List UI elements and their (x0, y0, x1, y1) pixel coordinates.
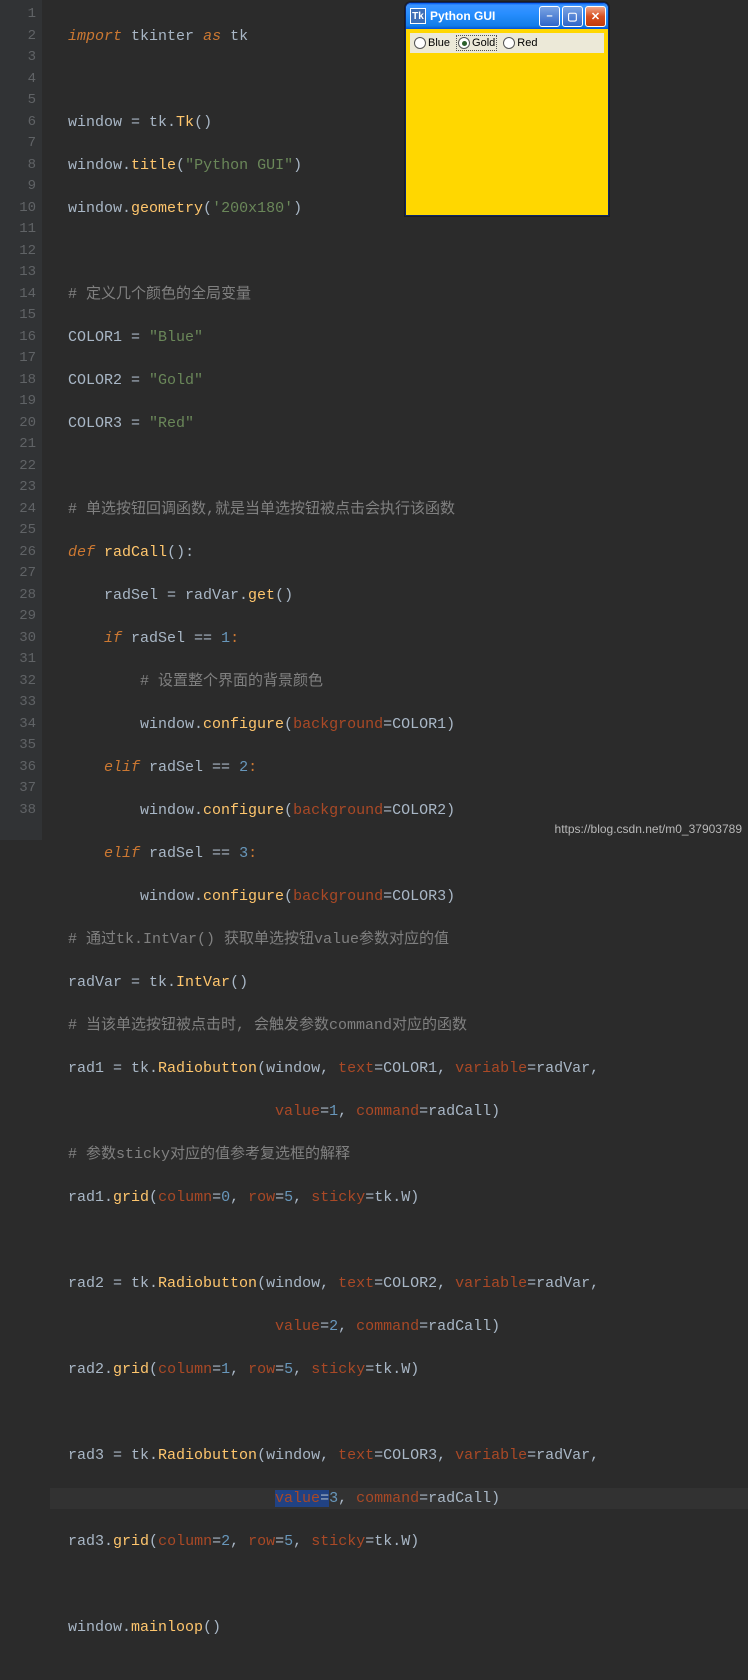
line-number: 38 (0, 800, 36, 822)
line-number: 23 (0, 477, 36, 499)
line-number: 3 (0, 47, 36, 69)
line-number: 14 (0, 284, 36, 306)
line-number: 33 (0, 692, 36, 714)
line-number: 34 (0, 714, 36, 736)
line-number: 6 (0, 112, 36, 134)
radio-label: Red (517, 37, 537, 49)
line-number: 13 (0, 262, 36, 284)
line-number: 18 (0, 370, 36, 392)
line-number: 21 (0, 434, 36, 456)
line-number: 25 (0, 520, 36, 542)
line-number: 15 (0, 305, 36, 327)
radio-red[interactable]: Red (501, 35, 539, 51)
line-number: 5 (0, 90, 36, 112)
code-editor: 1 2 3 4 5 6 7 8 9 10 11 12 13 14 15 16 1… (0, 0, 748, 840)
tk-icon: Tk (410, 8, 426, 24)
code-area[interactable]: import tkinter as tk window = tk.Tk() wi… (42, 0, 748, 840)
radio-gold[interactable]: Gold (456, 35, 497, 51)
radio-label: Gold (472, 37, 495, 49)
line-number: 22 (0, 456, 36, 478)
line-number: 36 (0, 757, 36, 779)
line-number: 9 (0, 176, 36, 198)
line-number: 26 (0, 542, 36, 564)
line-number: 28 (0, 585, 36, 607)
radio-row: Blue Gold Red (410, 33, 604, 53)
line-number: 19 (0, 391, 36, 413)
line-number: 35 (0, 735, 36, 757)
line-number: 31 (0, 649, 36, 671)
radio-blue[interactable]: Blue (412, 35, 452, 51)
line-number: 7 (0, 133, 36, 155)
line-number: 24 (0, 499, 36, 521)
line-number: 11 (0, 219, 36, 241)
line-number: 16 (0, 327, 36, 349)
radio-icon (458, 37, 470, 49)
window-title: Python GUI (430, 9, 537, 23)
line-number: 2 (0, 26, 36, 48)
line-number: 32 (0, 671, 36, 693)
python-gui-window[interactable]: Tk Python GUI – ▢ ✕ Blue Gold Red (405, 2, 609, 216)
line-number: 12 (0, 241, 36, 263)
line-gutter: 1 2 3 4 5 6 7 8 9 10 11 12 13 14 15 16 1… (0, 0, 42, 840)
radio-label: Blue (428, 37, 450, 49)
line-number: 29 (0, 606, 36, 628)
maximize-button[interactable]: ▢ (562, 6, 583, 27)
line-number: 17 (0, 348, 36, 370)
line-number: 30 (0, 628, 36, 650)
line-number: 37 (0, 778, 36, 800)
line-number: 4 (0, 69, 36, 91)
radio-icon (414, 37, 426, 49)
line-number: 27 (0, 563, 36, 585)
minimize-button[interactable]: – (539, 6, 560, 27)
radio-icon (503, 37, 515, 49)
line-number: 1 (0, 4, 36, 26)
gui-body: Blue Gold Red (406, 29, 608, 215)
titlebar[interactable]: Tk Python GUI – ▢ ✕ (406, 3, 608, 29)
close-button[interactable]: ✕ (585, 6, 606, 27)
line-number: 20 (0, 413, 36, 435)
line-number: 10 (0, 198, 36, 220)
watermark: https://blog.csdn.net/m0_37903789 (555, 822, 742, 836)
line-number: 8 (0, 155, 36, 177)
